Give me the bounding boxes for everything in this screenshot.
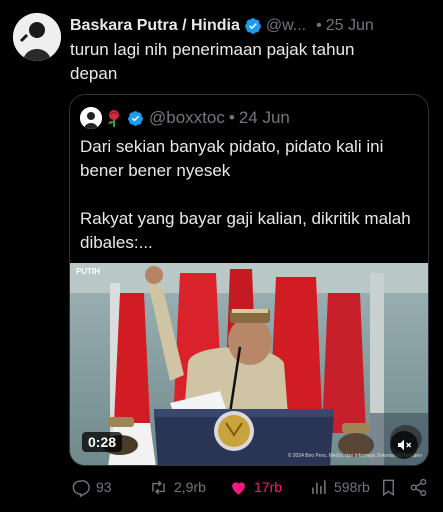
video-duration: 0:28 <box>82 432 123 452</box>
reply-icon <box>72 479 90 497</box>
repost-icon <box>152 480 165 494</box>
tweet-text: turun lagi nih penerimaan pajak tahun de… <box>70 40 355 83</box>
video-thumbnail <box>70 263 428 465</box>
rose-emoji-icon <box>108 110 119 127</box>
quoted-date[interactable]: 24 Jun <box>239 108 290 128</box>
share-button[interactable] <box>409 478 428 497</box>
quoted-verified-badge-icon <box>128 110 143 126</box>
views-button[interactable]: 598rb <box>309 478 370 497</box>
views-icon <box>312 479 326 494</box>
quoted-avatar <box>80 107 102 129</box>
share-icon <box>410 478 427 496</box>
volume-muted-icon <box>398 439 412 451</box>
repost-button[interactable]: 2,9rb <box>149 478 206 497</box>
quoted-paragraph: Rakyat yang bayar gaji kalian, dikritik … <box>80 209 411 252</box>
author-name[interactable]: Baskara Putra / Hindia <box>70 17 240 35</box>
video-watermark: PUTIH <box>76 267 100 276</box>
header-separator: • <box>316 17 322 34</box>
heart-filled-icon <box>232 481 245 495</box>
quoted-paragraph: Dari sekian banyak pidato, pidato kali i… <box>80 137 384 180</box>
like-count: 17rb <box>254 479 283 495</box>
like-button[interactable]: 17rb <box>229 478 282 497</box>
repost-count: 2,9rb <box>174 479 206 495</box>
tweet-date[interactable]: 25 Jun <box>326 17 374 35</box>
author-avatar[interactable] <box>13 13 61 61</box>
verified-badge-icon <box>244 18 261 34</box>
mute-button[interactable] <box>390 431 418 459</box>
quoted-separator: • <box>228 108 235 127</box>
quoted-handle[interactable]: @boxxtoc <box>149 108 225 128</box>
quoted-tweet[interactable]: @boxxtoc • 24 Jun Dari sekian banyak pid… <box>69 94 429 466</box>
reply-count: 93 <box>96 479 112 495</box>
video-player[interactable]: PUTIH © 2024 Biro Pers, Media, dan Infor… <box>70 263 428 465</box>
quoted-header: @boxxtoc • 24 Jun <box>80 106 290 130</box>
bookmark-icon <box>383 479 394 496</box>
author-handle[interactable]: @w... <box>266 17 306 35</box>
views-count: 598rb <box>334 479 370 495</box>
action-bar: 93 2,9rb 17rb 598rb <box>69 476 431 498</box>
bookmark-button[interactable] <box>379 478 398 497</box>
quoted-text: Dari sekian banyak pidato, pidato kali i… <box>80 135 418 255</box>
tweet-header: Baskara Putra / Hindia @w... • 25 Jun <box>70 16 431 36</box>
reply-button[interactable]: 93 <box>71 478 112 497</box>
